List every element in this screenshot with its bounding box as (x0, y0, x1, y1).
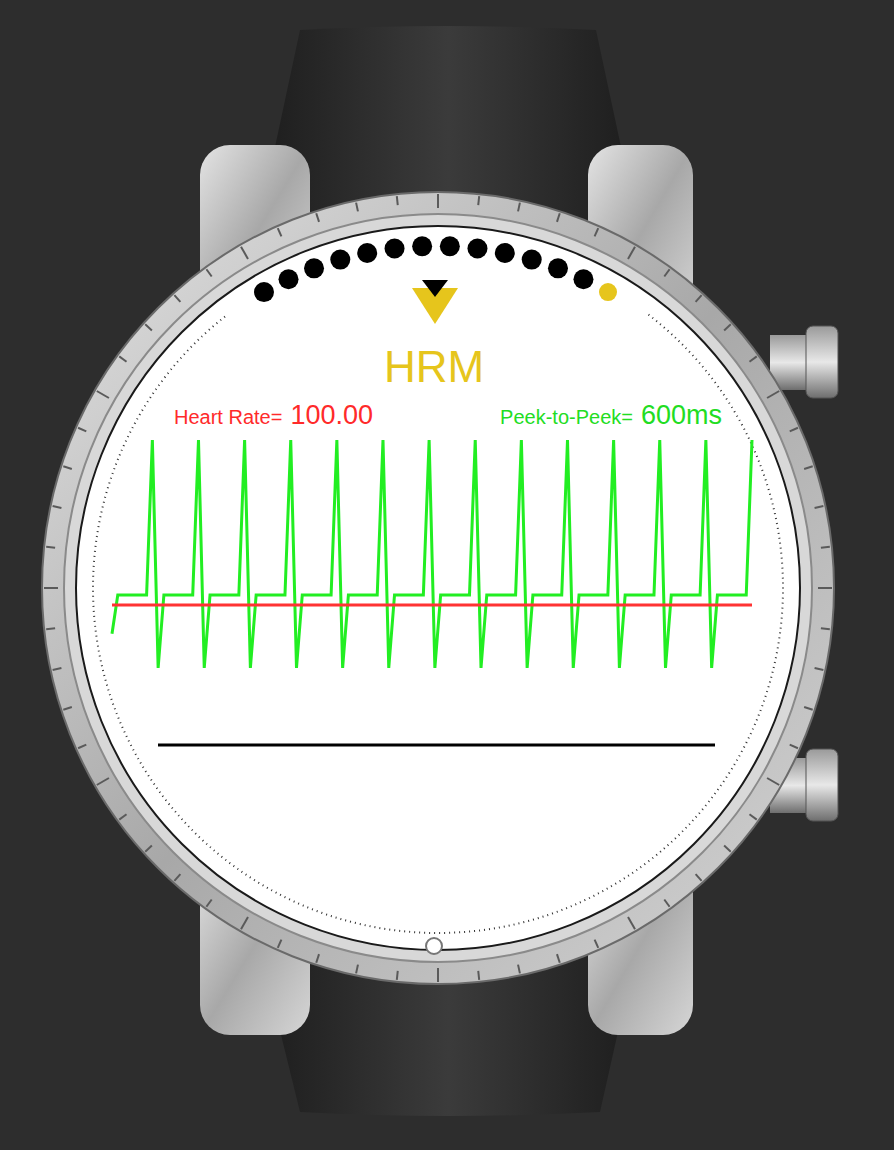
bezel-marker (426, 938, 442, 954)
bezel-tick (53, 668, 62, 670)
bezel-tick (97, 778, 109, 785)
bezel-tick (724, 846, 731, 852)
emulator-screen: HRM Heart Rate= 100.00 Peek-to-Peek= 600ms (0, 0, 894, 1150)
bezel-tick (518, 965, 520, 974)
bezel-tick (46, 546, 55, 549)
page-dot[interactable] (385, 239, 405, 259)
app-title: HRM (334, 341, 534, 393)
bezel-tick (356, 203, 358, 212)
page-dot[interactable] (495, 243, 515, 263)
bezel-tick (696, 874, 702, 881)
chart-series (112, 440, 752, 668)
bezel-tick (78, 428, 86, 432)
readings-row: Heart Rate= 100.00 Peek-to-Peek= 600ms (174, 398, 722, 432)
reading-label: Peek-to-Peek= (500, 403, 633, 431)
bezel-tick (664, 269, 669, 276)
bezel-tick (557, 213, 560, 222)
bezel-tick (53, 506, 62, 508)
dotted-ring (93, 315, 783, 933)
bezel-tick (145, 324, 152, 330)
bezel-tick (119, 356, 126, 361)
page-dot[interactable] (254, 282, 274, 302)
bezel-tick (316, 954, 319, 963)
page-dot[interactable] (304, 258, 324, 278)
chart-series (112, 604, 752, 607)
bezel-tick (396, 196, 399, 205)
divider-line (158, 744, 715, 747)
reading: Peek-to-Peek= 600ms (500, 398, 722, 432)
page-dot[interactable] (573, 269, 593, 289)
bezel-tick (815, 506, 824, 508)
bezel-tick (206, 269, 211, 276)
bezel-tick (804, 707, 813, 710)
bezel-tick (174, 295, 180, 302)
page-dot[interactable] (599, 283, 617, 301)
bezel[interactable] (42, 192, 834, 984)
bezel-tick (316, 213, 319, 222)
bezel-tick (278, 940, 282, 948)
reading-value: 600ms (641, 398, 722, 432)
bezel-tick (815, 668, 824, 670)
bezel-tick (628, 247, 635, 259)
bezel-tick (477, 196, 480, 205)
bezel-tick (63, 466, 72, 469)
bezel-tick (63, 707, 72, 710)
bezel-tick (595, 228, 599, 236)
bezel-tick (477, 971, 480, 980)
bezel-tick (241, 247, 248, 259)
page-dot[interactable] (548, 258, 568, 278)
pointer-marker-icon (422, 280, 448, 297)
bezel-tick (818, 587, 832, 589)
bezel-tick (821, 627, 830, 630)
bezel-tick (145, 846, 152, 852)
reading: Heart Rate= 100.00 (174, 398, 373, 432)
bezel-tick (749, 356, 756, 361)
bezel-tick (174, 874, 180, 881)
reading-label: Heart Rate= (174, 403, 282, 431)
bezel-tick (595, 940, 599, 948)
bezel-tick (396, 971, 399, 980)
watch-drawing (0, 0, 894, 1150)
bezel-tick (821, 546, 830, 549)
page-dot[interactable] (412, 236, 432, 256)
bezel-tick (696, 295, 702, 302)
bezel-tick (44, 587, 58, 589)
bezel-tick (790, 428, 798, 432)
bezel-tick (437, 194, 439, 208)
bezel-tick (78, 745, 86, 749)
bezel-tick (790, 745, 798, 749)
bezel-tick (278, 228, 282, 236)
page-dot[interactable] (522, 250, 542, 270)
bezel-tick (724, 324, 731, 330)
bezel-tick (356, 965, 358, 974)
bezel-tick (437, 968, 439, 982)
bezel-tick (206, 899, 211, 906)
page-dot[interactable] (357, 243, 377, 263)
reading-value: 100.00 (290, 398, 373, 432)
bezel-tick (749, 814, 756, 819)
bezel-tick (46, 627, 55, 630)
page-dot[interactable] (440, 236, 460, 256)
bezel-tick (557, 954, 560, 963)
page-dot[interactable] (467, 239, 487, 259)
bezel-tick (628, 917, 635, 929)
bezel-tick (767, 778, 779, 785)
bezel-tick (241, 917, 248, 929)
bezel-tick (804, 466, 813, 469)
bezel-tick (664, 899, 669, 906)
bezel-tick (119, 814, 126, 819)
bezel-tick (518, 203, 520, 212)
page-dot[interactable] (279, 269, 299, 289)
bezel-tick (97, 391, 109, 398)
watch-face (76, 226, 800, 950)
page-dot[interactable] (330, 250, 350, 270)
bezel-tick (767, 391, 779, 398)
